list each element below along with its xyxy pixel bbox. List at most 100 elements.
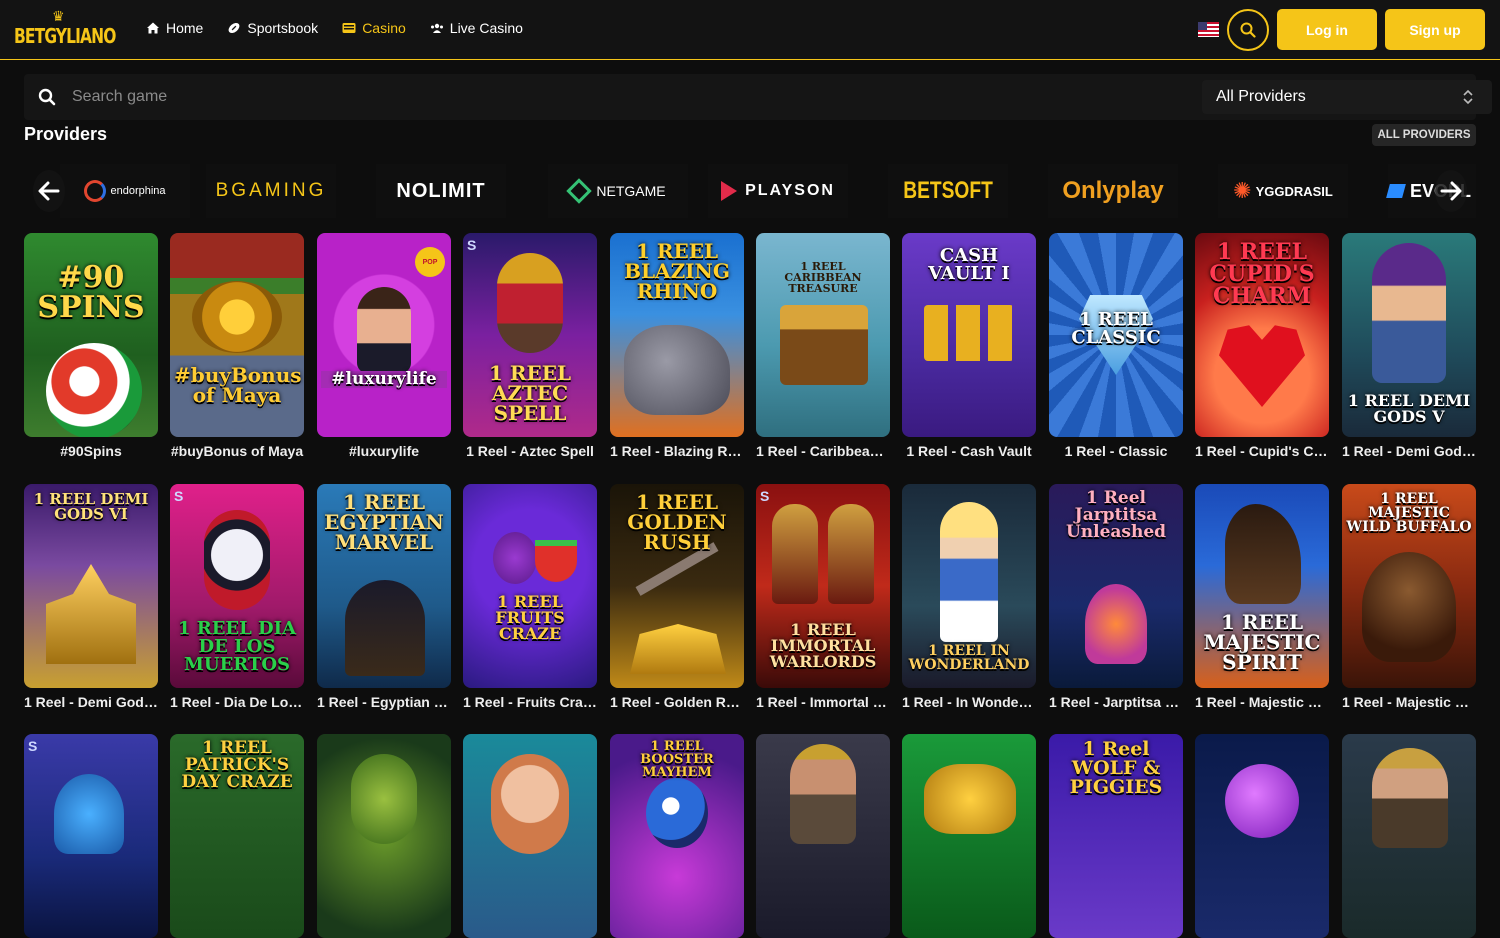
provider-netgame-label: NETGAME bbox=[596, 183, 666, 199]
game-thumbnail[interactable]: #90 SPINS bbox=[24, 233, 158, 437]
provider-endorphina-label: endorphina bbox=[110, 185, 166, 197]
game-thumbnail[interactable]: 1 REEL BOOSTER MAYHEM bbox=[610, 734, 744, 938]
game-thumbnail[interactable]: 1 REEL BLAZING RHINO bbox=[610, 233, 744, 437]
watermelon-icon bbox=[535, 540, 577, 582]
provider-select[interactable]: All Providers bbox=[1202, 80, 1492, 114]
game-name: 1 Reel - Dia De Los ... bbox=[170, 694, 304, 710]
home-icon bbox=[147, 22, 159, 34]
provider-onlyplay[interactable]: Onlyplay bbox=[1048, 164, 1178, 218]
game-art-title: 1 REEL CUPID'S CHARM bbox=[1209, 239, 1315, 309]
game-thumbnail[interactable]: 1 REEL CLASSIC bbox=[1049, 233, 1183, 437]
game-name: 1 Reel - Immortal W... bbox=[756, 694, 890, 710]
game-thumbnail[interactable] bbox=[902, 734, 1036, 938]
game-name: 1 Reel - Blazing Rhi... bbox=[610, 443, 744, 459]
site-logo[interactable]: ♛ BETGYLIANO bbox=[14, 8, 116, 52]
aztec-sun-icon bbox=[192, 281, 282, 353]
game-thumbnail[interactable]: CASH VAULT I bbox=[902, 233, 1036, 437]
game-art-title: 1 REEL BLAZING RHINO bbox=[624, 239, 730, 303]
provider-nolimit-label: NOLIMIT bbox=[396, 179, 486, 202]
game-thumbnail[interactable]: S 1 REEL DIA DE LOS MUERTOS bbox=[170, 484, 304, 688]
game-thumbnail[interactable]: 1 REEL MAJESTIC WILD BUFFALO bbox=[1342, 484, 1476, 688]
game-art-title: #luxurylife bbox=[321, 371, 447, 388]
provider-betsoft[interactable]: BETSOFT bbox=[888, 164, 1008, 218]
game-art-title: 1 REEL AZTEC SPELL bbox=[488, 361, 572, 425]
game-art-title: 1 REEL MAJESTIC WILD BUFFALO bbox=[1346, 491, 1472, 535]
header-search-button[interactable] bbox=[1227, 9, 1269, 51]
game-thumbnail[interactable]: 1 REEL DEMI GODS V bbox=[1342, 233, 1476, 437]
game-thumbnail[interactable]: 1 REEL MAJESTIC SPIRIT bbox=[1195, 484, 1329, 688]
golden-bull-icon bbox=[924, 764, 1016, 834]
game-thumbnail[interactable]: 1 REEL DEMI GODS VI bbox=[24, 484, 158, 688]
signup-button[interactable]: Sign up bbox=[1385, 9, 1485, 50]
game-thumbnail[interactable]: 1 REEL FRUITS CRAZE bbox=[463, 484, 597, 688]
provider-playson[interactable]: PLAYSON bbox=[708, 164, 848, 218]
game-thumbnail[interactable]: 1 REEL GOLDEN RUSH bbox=[610, 484, 744, 688]
game-name: 1 Reel - Golden Rush bbox=[610, 694, 744, 710]
provider-betsoft-label: BETSOFT bbox=[903, 177, 993, 204]
provider-s-badge-icon: S bbox=[467, 237, 477, 253]
game-art-title: 1 REEL EGYPTIAN MARVEL bbox=[324, 490, 444, 554]
game-thumbnail[interactable]: S bbox=[24, 734, 158, 938]
character-icon bbox=[357, 287, 411, 373]
game-thumbnail[interactable]: POP #luxurylife bbox=[317, 233, 451, 437]
search-game-input[interactable] bbox=[72, 82, 672, 112]
goddess-icon bbox=[1372, 243, 1446, 383]
heroine-icon bbox=[491, 754, 569, 854]
game-art-title: 1 REEL BOOSTER MAYHEM bbox=[640, 739, 714, 780]
login-button[interactable]: Log in bbox=[1277, 9, 1377, 50]
us-flag-icon[interactable] bbox=[1198, 22, 1219, 37]
game-thumbnail[interactable] bbox=[1195, 734, 1329, 938]
provider-bgaming[interactable]: BGAMING bbox=[206, 164, 336, 218]
wolf-icon bbox=[54, 774, 124, 854]
nav-casino[interactable]: Casino bbox=[342, 20, 406, 36]
game-thumbnail[interactable]: #buyBonus of Maya bbox=[170, 233, 304, 437]
game-thumbnail[interactable] bbox=[463, 734, 597, 938]
buffalo-icon bbox=[1362, 552, 1456, 662]
provider-netgame[interactable]: NETGAME bbox=[548, 164, 688, 218]
game-thumbnail[interactable]: S 1 REEL IMMORTAL WARLORDS bbox=[756, 484, 890, 688]
sugar-skull-icon bbox=[204, 510, 270, 610]
arrow-right-icon bbox=[1440, 181, 1462, 201]
game-thumbnail[interactable] bbox=[317, 734, 451, 938]
game-thumbnail[interactable]: 1 Reel Jarptitsa Unleashed bbox=[1049, 484, 1183, 688]
provider-yggdrasil[interactable]: ✺ YGGDRASIL bbox=[1218, 164, 1348, 218]
king-icon bbox=[790, 744, 856, 844]
providers-heading: Providers bbox=[24, 124, 108, 144]
game-name: 1 Reel - Caribbean ... bbox=[756, 443, 890, 459]
game-search-bar: All Providers bbox=[24, 74, 1492, 120]
game-thumbnail[interactable]: 1 REEL CARIBBEAN TREASURE bbox=[756, 233, 890, 437]
aztec-priestess-icon bbox=[497, 253, 563, 353]
provider-endorphina[interactable]: endorphina bbox=[60, 164, 190, 218]
game-thumbnail[interactable] bbox=[756, 734, 890, 938]
game-art-title: 1 REEL DEMI GODS VI bbox=[33, 490, 149, 523]
game-thumbnail[interactable] bbox=[1342, 734, 1476, 938]
game-thumbnail[interactable]: S 1 REEL AZTEC SPELL bbox=[463, 233, 597, 437]
bird-icon bbox=[646, 778, 708, 848]
game-art-title: 1 REEL CLASSIC bbox=[1071, 309, 1161, 348]
providers-carousel: endorphina BGAMING NOLIMIT NETGAME PLAYS… bbox=[24, 160, 1476, 222]
provider-nolimit[interactable]: NOLIMIT bbox=[376, 164, 506, 218]
warrior-right-icon bbox=[828, 504, 874, 604]
nav-home[interactable]: Home bbox=[146, 20, 203, 36]
nav-sportsbook[interactable]: Sportsbook bbox=[227, 20, 318, 36]
game-art-title: 1 REEL IMMORTAL WARLORDS bbox=[769, 620, 877, 671]
game-art-title: 1 REEL IN WONDERLAND bbox=[908, 643, 1030, 673]
game-name: 1 Reel - Classic bbox=[1064, 443, 1168, 459]
crown-icon: ♛ bbox=[52, 8, 65, 24]
carousel-next-button[interactable] bbox=[1435, 170, 1467, 212]
carousel-prev-button[interactable] bbox=[33, 170, 65, 212]
game-thumbnail[interactable]: 1 Reel WOLF & PIGGIES bbox=[1049, 734, 1183, 938]
game-thumbnail[interactable]: 1 REEL EGYPTIAN MARVEL bbox=[317, 484, 451, 688]
game-thumbnail[interactable]: 1 REEL IN WONDERLAND bbox=[902, 484, 1036, 688]
game-name: 1 Reel - Aztec Spell bbox=[466, 443, 594, 459]
game-art-title: CASH VAULT I bbox=[928, 245, 1010, 284]
vault-coins-icon bbox=[924, 305, 1014, 361]
game-thumbnail[interactable]: 1 REEL PATRICK'S DAY CRAZE bbox=[170, 734, 304, 938]
main-nav: Home Sportsbook Casino Live Casino bbox=[146, 20, 523, 36]
all-providers-button[interactable]: ALL PROVIDERS bbox=[1372, 124, 1476, 146]
game-thumbnail[interactable]: 1 REEL CUPID'S CHARM bbox=[1195, 233, 1329, 437]
nav-live-casino[interactable]: Live Casino bbox=[430, 20, 523, 36]
provider-yggdrasil-label: YGGDRASIL bbox=[1255, 183, 1333, 199]
firebird-icon bbox=[1085, 584, 1147, 664]
treasure-chest-icon bbox=[780, 305, 868, 385]
